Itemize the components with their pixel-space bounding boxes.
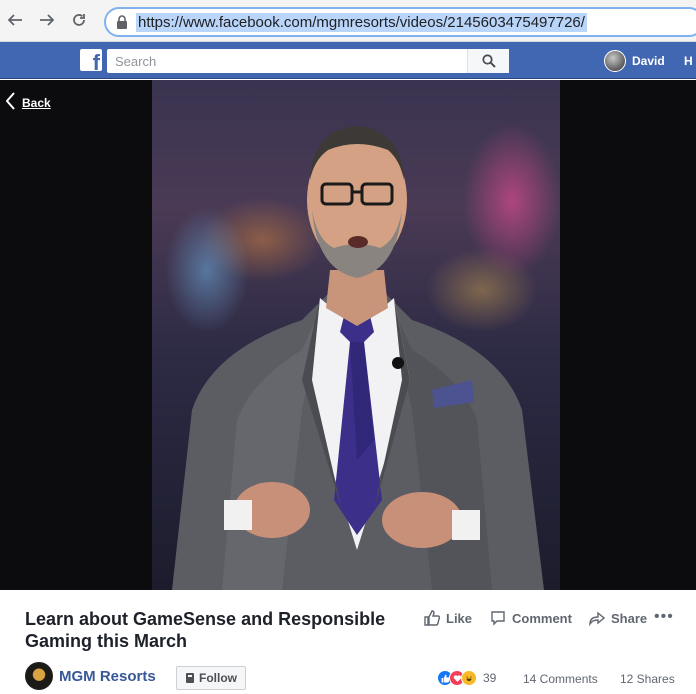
url-text[interactable]: https://www.facebook.com/mgmresorts/vide… [136,12,587,32]
back-button[interactable]: Back [5,92,51,114]
share-label: Share [611,610,648,626]
search-button[interactable] [467,49,509,73]
facebook-logo-letter: f [92,50,100,75]
page-avatar [25,662,53,690]
facebook-logo-icon[interactable]: f [80,49,102,75]
comments-count[interactable]: 14 Comments [523,672,598,686]
comment-icon [491,611,505,626]
reload-icon[interactable] [68,9,90,31]
shares-count[interactable]: 12 Shares [620,672,675,686]
video-frame[interactable] [152,80,560,590]
like-button[interactable]: Like [424,610,472,626]
page-link[interactable]: MGM Resorts [25,662,156,690]
user-name: David [632,54,665,68]
post-info: Learn about GameSense and Responsible Ga… [0,590,696,694]
follow-button[interactable]: Follow [176,666,246,690]
haha-reaction-icon [461,670,477,686]
profile-link[interactable]: David [604,50,665,72]
share-icon [589,611,605,626]
comment-label: Comment [512,610,572,626]
reactions-summary[interactable]: 39 [437,670,496,686]
avatar [604,50,626,72]
reaction-count: 39 [483,671,497,685]
lock-icon [114,14,130,30]
follow-icon [186,673,194,683]
follow-label: Follow [199,671,237,685]
like-label: Like [446,610,473,626]
search-input[interactable]: Search [107,54,467,69]
browser-toolbar: https://www.facebook.com/mgmresorts/vide… [0,0,696,42]
facebook-header: f Search David H [0,42,696,79]
video-still [172,126,544,590]
home-link[interactable]: H [684,54,693,68]
search-box[interactable]: Search [107,49,509,73]
thumbs-up-icon [424,610,440,626]
video-title: Learn about GameSense and Responsible Ga… [25,609,386,651]
page-name[interactable]: MGM Resorts [59,668,156,685]
share-button[interactable]: Share [589,610,647,626]
comment-button[interactable]: Comment [490,610,572,626]
forward-arrow-icon[interactable] [36,9,58,31]
back-label: Back [22,96,51,110]
address-bar[interactable]: https://www.facebook.com/mgmresorts/vide… [104,7,696,37]
back-arrow-icon[interactable] [4,9,26,31]
search-icon [481,54,496,68]
video-player: Back [0,80,696,590]
chevron-left-icon [5,92,16,114]
more-options-icon[interactable]: ••• [654,608,674,626]
